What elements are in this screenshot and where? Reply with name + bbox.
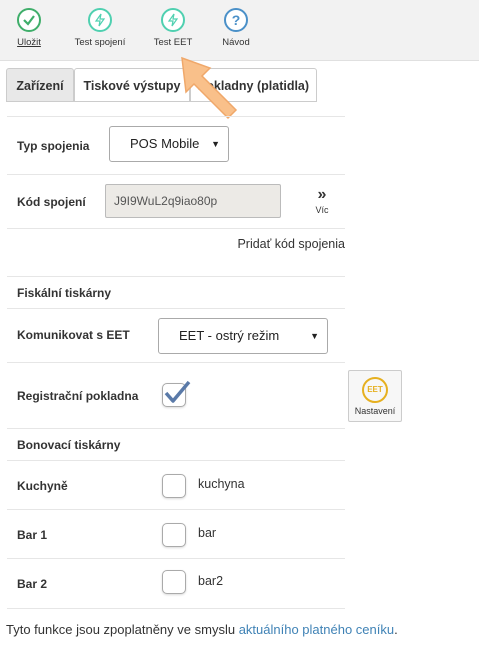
printer-checkbox[interactable]: [162, 523, 186, 547]
test-connection-button[interactable]: Test spojení: [68, 8, 132, 48]
printer-label: Kuchyně: [17, 479, 68, 493]
fiscal-heading: Fiskální tiskárny: [17, 286, 112, 300]
dropdown-arrow-icon: ▼: [310, 331, 319, 341]
tab-zarizeni[interactable]: Zařízení: [6, 68, 74, 102]
pricing-note: Tyto funkce jsou zpoplatněny ve smyslu a…: [6, 622, 398, 637]
eet-badge-icon: EET: [362, 377, 388, 403]
test-eet-label: Test EET: [153, 37, 193, 48]
help-label: Návod: [222, 37, 250, 48]
more-label: Víc: [315, 205, 329, 215]
tab-tiskove-vystupy[interactable]: Tiskové výstupy: [74, 68, 190, 102]
eet-settings-button[interactable]: EET Nastavení: [348, 370, 402, 422]
printer-label: Bar 2: [17, 577, 48, 591]
test-eet-button[interactable]: Test EET: [150, 8, 196, 48]
printer-row: Bar 1 bar: [7, 509, 345, 559]
lightning-icon: [161, 8, 185, 32]
register-label: Registrační pokladna: [17, 389, 139, 403]
register-checkbox[interactable]: [162, 380, 191, 407]
receipt-printers-heading: Bonovací tiskárny: [17, 438, 121, 452]
connection-code-label: Kód spojení: [17, 195, 86, 209]
eet-mode-select[interactable]: EET - ostrý režim ▼: [158, 318, 328, 354]
printer-checkbox[interactable]: [162, 570, 186, 594]
connection-type-label: Typ spojenia: [17, 139, 90, 153]
fiscal-heading-row: Fiskální tiskárny: [7, 276, 345, 309]
double-chevron-icon: »: [317, 186, 327, 203]
pricing-note-end: .: [394, 622, 398, 637]
connection-type-value: POS Mobile: [130, 136, 200, 151]
register-row: Registrační pokladna: [7, 362, 345, 429]
connection-type-select[interactable]: POS Mobile ▼: [109, 126, 229, 162]
dropdown-arrow-icon: ▼: [211, 139, 220, 149]
connection-code-field[interactable]: J9I9WuL2q9iao80p: [105, 184, 281, 218]
printer-checkbox[interactable]: [162, 474, 186, 498]
save-button[interactable]: Uložit: [12, 8, 46, 48]
connection-type-row: Typ spojenia POS Mobile ▼: [7, 116, 345, 175]
save-label: Uložit: [17, 37, 41, 48]
question-icon: ?: [224, 8, 248, 32]
add-code-link[interactable]: Pridať kód spojenia: [237, 237, 345, 251]
printer-value: kuchyna: [198, 477, 245, 491]
eet-mode-value: EET - ostrý režim: [179, 328, 280, 343]
connection-code-row: Kód spojení J9I9WuL2q9iao80p » Víc: [7, 174, 345, 229]
pricing-note-text: Tyto funkce jsou zpoplatněny ve smyslu: [6, 622, 239, 637]
printer-value: bar: [198, 526, 217, 540]
printer-label: Bar 1: [17, 528, 48, 542]
eet-settings-label: Nastavení: [354, 406, 396, 416]
pricing-link[interactable]: aktuálního platného ceníku: [239, 622, 394, 637]
checkmark-icon: [17, 8, 41, 32]
test-connection-label: Test spojení: [74, 37, 126, 48]
help-button[interactable]: ? Návod: [218, 8, 254, 48]
receipt-printers-heading-row: Bonovací tiskárny: [7, 428, 345, 461]
toolbar: Uložit Test spojení Test EET ? Návod: [0, 0, 479, 61]
add-code-row: Pridať kód spojenia: [7, 228, 345, 261]
printer-value: bar2: [198, 574, 224, 588]
eet-row: Komunikovat s EET EET - ostrý režim ▼: [7, 308, 345, 363]
printer-row: Kuchyně kuchyna: [7, 460, 345, 510]
pointer-arrow-icon: [181, 56, 238, 120]
eet-label: Komunikovat s EET: [17, 328, 130, 342]
checkmark-icon: [164, 380, 191, 403]
lightning-icon: [88, 8, 112, 32]
more-button[interactable]: » Víc: [307, 186, 337, 216]
printer-row: Bar 2 bar2: [7, 558, 345, 609]
